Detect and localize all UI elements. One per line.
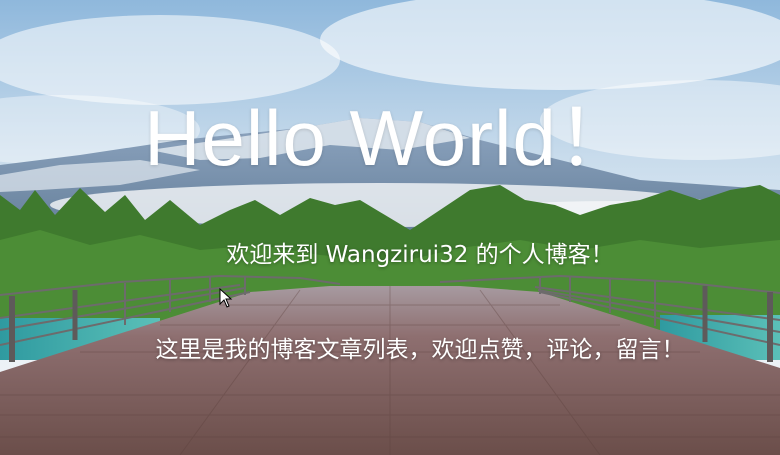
- hero-title: Hello World！: [144, 94, 636, 182]
- landscape-background-image: [0, 0, 780, 455]
- hero-banner: Hello World！ 欢迎来到 Wangzirui32 的个人博客！ 这里是…: [0, 0, 780, 455]
- blog-subtitle: 这里是我的博客文章列表，欢迎点赞，评论，留言！: [155, 337, 685, 363]
- welcome-text: 欢迎来到 Wangzirui32 的个人博客！: [226, 242, 614, 268]
- mouse-pointer-icon: [219, 288, 233, 308]
